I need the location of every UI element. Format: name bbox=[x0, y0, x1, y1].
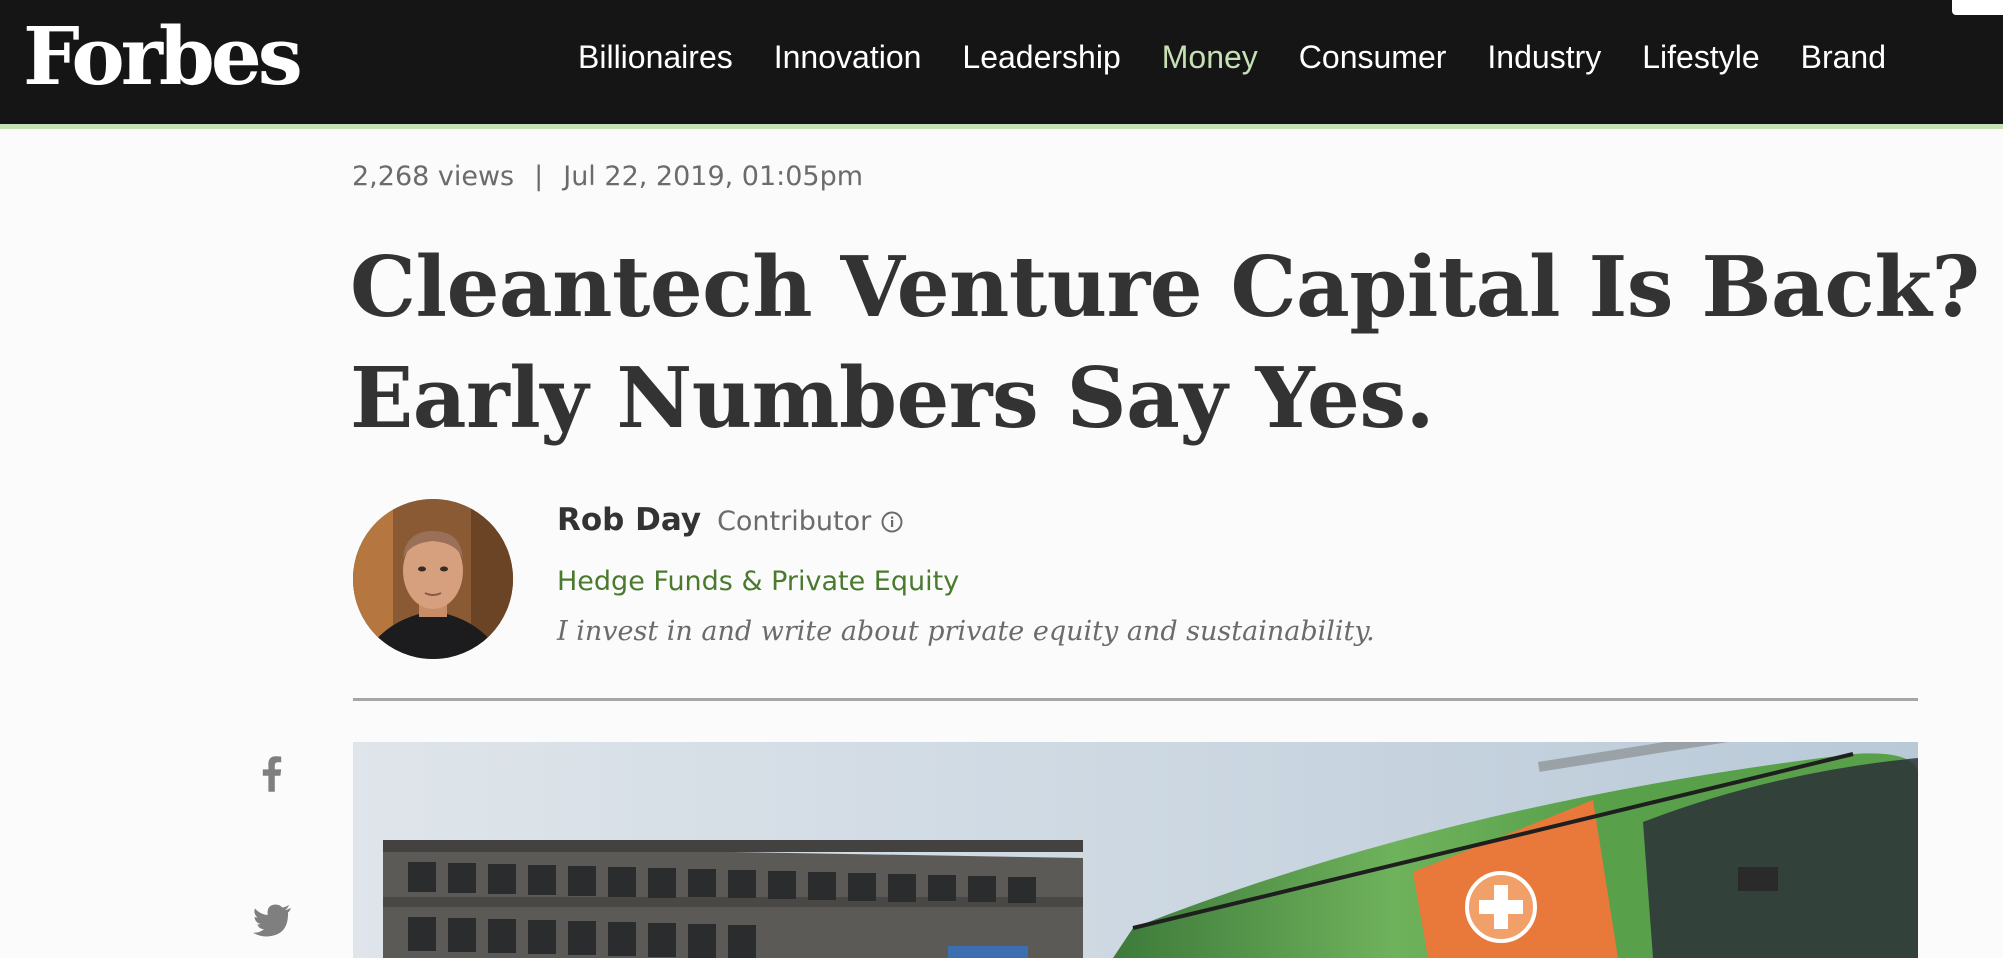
nav-item-consumer[interactable]: Consumer bbox=[1299, 30, 1447, 84]
twitter-icon[interactable] bbox=[253, 903, 293, 939]
publish-date: Jul 22, 2019, 01:05pm bbox=[563, 161, 864, 192]
view-count: 2,268 views bbox=[352, 161, 515, 192]
author-name[interactable]: Rob Day bbox=[557, 502, 701, 538]
nav-item-industry[interactable]: Industry bbox=[1487, 30, 1601, 84]
building bbox=[383, 840, 1083, 958]
forbes-logo[interactable]: Forbes bbox=[23, 6, 303, 106]
nav-item-lifestyle[interactable]: Lifestyle bbox=[1642, 30, 1759, 84]
nav-accent-stripe bbox=[0, 124, 2003, 129]
nav-item-billionaires[interactable]: Billionaires bbox=[578, 30, 733, 84]
headline-line-2: Early Numbers Say Yes. bbox=[350, 349, 1434, 447]
author-channel-link[interactable]: Hedge Funds & Private Equity bbox=[557, 562, 959, 602]
author-role: Contributor bbox=[717, 506, 872, 537]
nav-item-brand[interactable]: Brand bbox=[1801, 30, 1886, 84]
meta-separator: | bbox=[534, 161, 544, 192]
article-meta: 2,268 views | Jul 22, 2019, 01:05pm bbox=[352, 157, 863, 197]
author-byline: Rob Day Contributor bbox=[557, 502, 903, 546]
author-avatar[interactable] bbox=[353, 499, 513, 659]
nav-item-leadership[interactable]: Leadership bbox=[962, 30, 1120, 84]
main-nav: Billionaires Innovation Leadership Money… bbox=[578, 30, 1927, 84]
top-navigation-bar: Forbes Billionaires Innovation Leadershi… bbox=[0, 0, 2003, 124]
article-headline: Cleantech Venture Capital Is Back? Early… bbox=[350, 232, 1980, 454]
nav-item-innovation[interactable]: Innovation bbox=[774, 30, 922, 84]
headline-line-1: Cleantech Venture Capital Is Back? bbox=[350, 238, 1980, 336]
nav-item-money[interactable]: Money bbox=[1162, 30, 1258, 84]
byline-divider bbox=[353, 698, 1918, 701]
info-icon[interactable] bbox=[881, 511, 903, 533]
facebook-icon[interactable] bbox=[255, 756, 289, 802]
nav-corner-tab bbox=[1952, 0, 2003, 15]
author-bio: I invest in and write about private equi… bbox=[557, 616, 1375, 647]
hero-image bbox=[353, 742, 1918, 958]
